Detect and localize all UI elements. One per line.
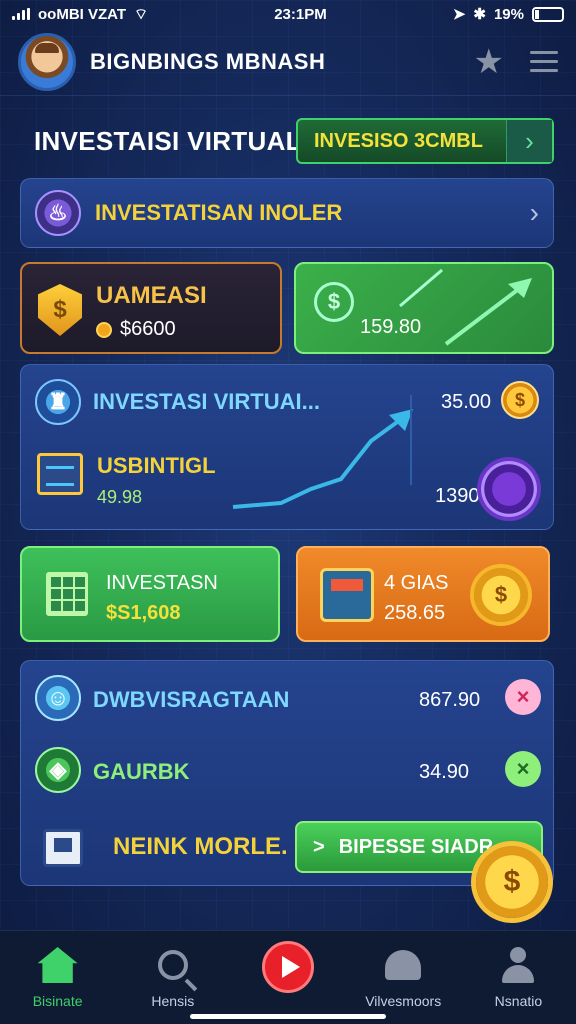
shield-dollar-icon: $ xyxy=(38,284,82,336)
location-icon: ➤ xyxy=(452,6,466,23)
virtual-value-1: 35.00 xyxy=(441,391,492,413)
portfolio-row-value: 867.90 xyxy=(419,689,481,711)
user-icon: ☺ xyxy=(35,675,81,721)
nav-label: Bisinate xyxy=(32,993,83,1009)
bottom-nav: Bisinate Hensis Vilvesmoors Nsnatio xyxy=(0,930,576,1024)
footer-label: NEINK MORLE. xyxy=(113,833,288,860)
title-row: INVESTAISI VIRTUAL. INVESISO 3CMBL › xyxy=(0,112,576,172)
avatar[interactable] xyxy=(18,32,76,91)
virtual-investment-card[interactable]: ♜ INVESTASI VIRTUAI... 35.00 $ USBINTIGL… xyxy=(20,364,554,530)
asset-value-row: $6600 xyxy=(96,318,176,341)
play-icon xyxy=(262,941,314,993)
bypass-button-label: BIPESSE SIADR xyxy=(338,835,494,858)
investasn-value: $S1,608 xyxy=(106,602,181,624)
nav-item-profile[interactable]: Nsnatio xyxy=(461,931,576,1024)
asset-value: $6600 xyxy=(120,318,176,340)
search-icon xyxy=(157,950,188,980)
status-left: ooMBI VZAT ⌔ xyxy=(12,5,148,24)
app-header: BIGNBINGS MBNASH ★ xyxy=(0,28,576,96)
battery-label: 19% xyxy=(493,5,524,23)
portfolio-row-label: GAURBK xyxy=(93,759,190,784)
close-icon[interactable]: × xyxy=(505,751,541,787)
investment-list-label: INVESTATISAN INOLER xyxy=(95,200,343,225)
battery-icon xyxy=(532,6,564,22)
coin-gear-icon: $ xyxy=(474,568,528,622)
portfolio-card: ☺ DWBVISRAGTAAN 867.90 × ◈ GAURBK 34.90 … xyxy=(20,660,554,886)
spreadsheet-icon xyxy=(46,572,88,616)
profile-icon xyxy=(502,947,535,983)
gias-title: 4 GIAS xyxy=(384,572,449,594)
chevron-right-icon: > xyxy=(313,835,325,858)
chevron-right-icon: › xyxy=(506,120,552,162)
status-bar: ooMBI VZAT ⌔ 23:1PM ➤ ✱ 19% xyxy=(0,0,576,28)
shop-icon xyxy=(320,568,374,622)
star-icon[interactable]: ★ xyxy=(474,45,504,79)
close-icon[interactable]: × xyxy=(505,679,541,715)
coin-icon: $ xyxy=(501,381,539,419)
lamp-icon: ♨ xyxy=(35,190,81,236)
chevron-right-icon: › xyxy=(529,197,539,228)
app-title: BIGNBINGS MBNASH xyxy=(90,48,326,74)
nav-label: Hensis xyxy=(151,993,195,1009)
wifi-icon: ⌔ xyxy=(134,5,149,23)
bluetooth-icon: ✱ xyxy=(473,6,486,23)
status-right: ➤ ✱ 19% xyxy=(453,5,564,23)
home-icon xyxy=(37,947,78,983)
nav-item-search[interactable]: Hensis xyxy=(115,931,230,1024)
nav-item-play[interactable] xyxy=(230,931,345,1024)
header-actions: ★ xyxy=(474,45,558,79)
gear-icon xyxy=(481,461,537,517)
clock: 23:1PM xyxy=(274,5,327,23)
growth-card[interactable]: $ 159.80 xyxy=(294,262,554,354)
menu-icon[interactable] xyxy=(530,51,558,72)
page-title: INVESTAISI VIRTUAL. xyxy=(34,126,310,156)
nav-item-home[interactable]: Bisinate xyxy=(0,931,115,1024)
helmet-icon xyxy=(385,950,422,980)
wallet-icon: ◈ xyxy=(35,747,81,793)
invest-button-label: INVESISO 3CMBL xyxy=(314,129,483,152)
portfolio-row[interactable]: ☺ DWBVISRAGTAAN 867.90 × xyxy=(35,675,541,723)
virtual-sub-value: 49.98 xyxy=(97,487,143,507)
nav-label: Vilvesmoors xyxy=(365,993,442,1009)
nav-item-helmet[interactable]: Vilvesmoors xyxy=(346,931,461,1024)
investasn-title: INVESTASN xyxy=(106,572,218,594)
home-indicator xyxy=(190,1014,386,1019)
investment-list-card[interactable]: ♨ INVESTATISAN INOLER › xyxy=(20,178,554,248)
investasn-card[interactable]: INVESTASN $S1,608 xyxy=(20,546,280,642)
carrier-label: ooMBI VZAT xyxy=(38,5,127,23)
virtual-sub-title: USBINTIGL xyxy=(97,453,216,478)
portfolio-row-value: 34.90 xyxy=(419,761,470,783)
nav-label: Nsnatio xyxy=(494,993,543,1009)
chart-icon xyxy=(37,453,83,495)
trend-line-icon xyxy=(232,395,413,509)
gias-card[interactable]: 4 GIAS 258.65 $ xyxy=(296,546,550,642)
monitor-icon xyxy=(43,829,83,867)
coin-icon xyxy=(96,321,112,338)
trophy-icon: ♜ xyxy=(35,379,81,425)
gias-value: 258.65 xyxy=(384,602,446,624)
growth-arrow-icon xyxy=(399,268,532,346)
virtual-value-2: 1390 xyxy=(435,485,480,507)
portfolio-row[interactable]: ◈ GAURBK 34.90 × xyxy=(35,747,541,795)
asset-title: UAMEASI xyxy=(96,282,207,309)
portfolio-row-label: DWBVISRAGTAAN xyxy=(93,687,290,712)
signal-icon xyxy=(12,8,30,20)
medal-icon[interactable]: $ xyxy=(476,846,548,918)
invest-button[interactable]: INVESISO 3CMBL › xyxy=(296,118,554,164)
asset-card[interactable]: $ UAMEASI $6600 xyxy=(20,262,282,354)
